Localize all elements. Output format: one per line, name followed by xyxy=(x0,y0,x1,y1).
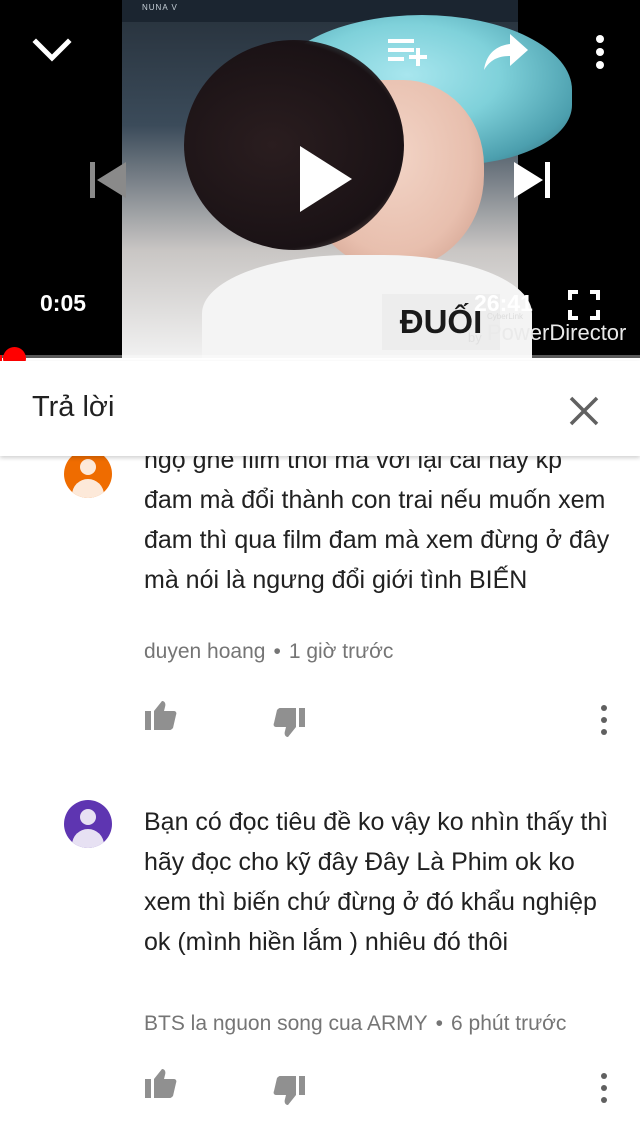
thumbs-up-icon[interactable] xyxy=(143,698,179,734)
video-frame-shadow xyxy=(184,40,404,250)
watermark-by: by xyxy=(468,330,482,345)
thumbs-down-icon[interactable] xyxy=(271,1072,307,1108)
play-icon[interactable] xyxy=(298,144,354,214)
close-icon[interactable] xyxy=(562,389,606,433)
avatar[interactable] xyxy=(64,800,112,848)
playlist-add-icon[interactable] xyxy=(386,36,430,68)
comment-time: 6 phút trước xyxy=(451,1012,567,1035)
video-watermark: CyberLink by PowerDirector xyxy=(447,312,627,348)
comment-time: 1 giờ trước xyxy=(288,640,394,663)
comment-meta: duyen hoang • 1 giờ trước xyxy=(144,640,393,664)
thumbs-up-icon[interactable] xyxy=(143,1066,179,1102)
avatar[interactable] xyxy=(64,456,112,498)
comment-list[interactable]: ngộ ghê film thôi mà với lại cái này kp … xyxy=(0,456,640,1136)
video-frame-tag: NUNA V xyxy=(142,3,178,12)
more-vert-icon[interactable] xyxy=(592,34,608,70)
chevron-down-icon[interactable] xyxy=(32,34,72,66)
more-vert-icon[interactable] xyxy=(598,702,610,738)
share-icon[interactable] xyxy=(482,32,530,72)
meta-separator: • xyxy=(273,640,281,663)
skip-next-icon[interactable] xyxy=(512,160,552,200)
reply-panel-title: Trả lời xyxy=(32,391,115,423)
comment-meta: BTS la nguon song cua ARMY • 6 phút trước xyxy=(144,1012,566,1036)
duration: 26:41 xyxy=(474,290,533,316)
comment-author[interactable]: duyen hoang xyxy=(144,640,265,663)
fullscreen-icon[interactable] xyxy=(568,290,600,320)
reply-panel-header: Trả lời xyxy=(0,361,640,456)
thumbs-down-icon[interactable] xyxy=(271,704,307,740)
comment-author[interactable]: BTS la nguon song cua ARMY xyxy=(144,1012,428,1035)
watermark-main: PowerDirector xyxy=(487,320,627,345)
more-vert-icon[interactable] xyxy=(598,1070,610,1106)
meta-separator: • xyxy=(435,1012,444,1035)
video-player[interactable]: NUNA V ĐUỐI CyberLink by PowerDirector 0… xyxy=(0,0,640,358)
comment-text: Bạn có đọc tiêu đề ko vậy ko nhìn thấy t… xyxy=(144,808,609,956)
current-time: 0:05 xyxy=(40,290,87,316)
skip-previous-icon[interactable] xyxy=(88,160,128,200)
comment-text: ngộ ghê film thôi mà với lại cái này kp … xyxy=(144,456,610,594)
